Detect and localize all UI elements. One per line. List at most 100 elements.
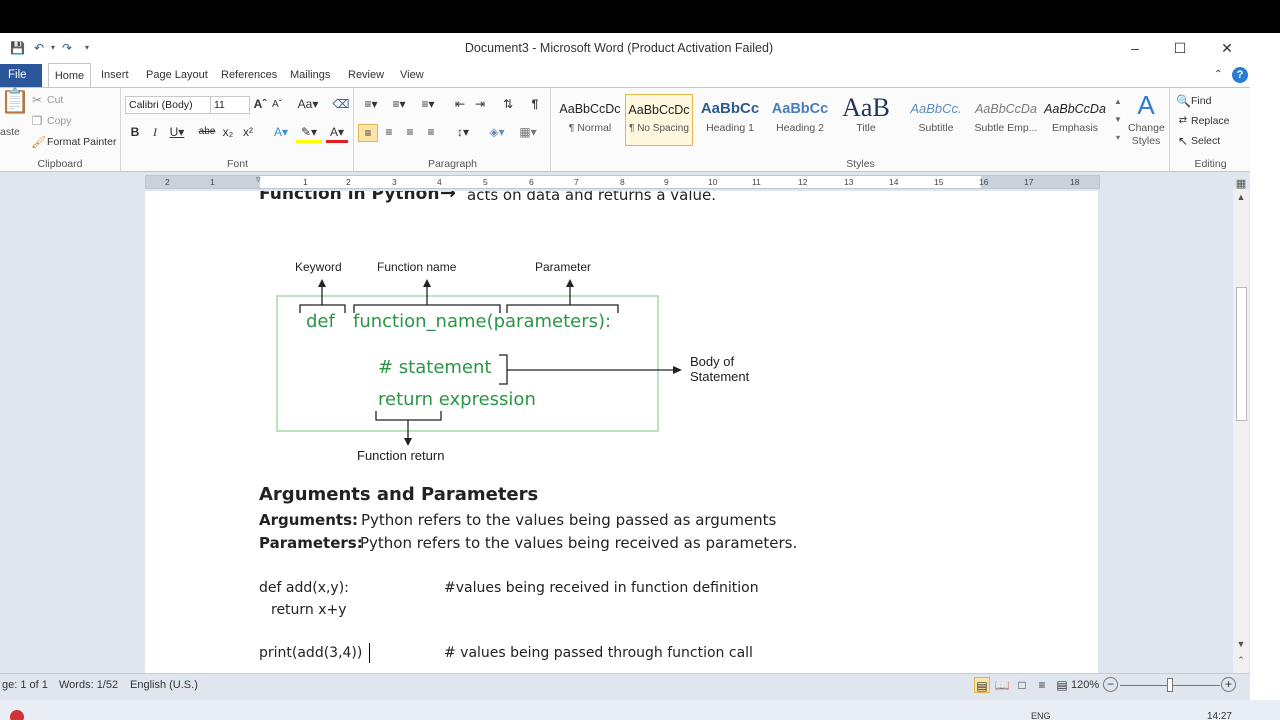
style-heading-1-name: Heading 1: [706, 122, 754, 134]
style-emphasis[interactable]: AaBbCcDa Emphasis: [1041, 94, 1109, 146]
tab-page-layout[interactable]: Page Layout: [146, 63, 208, 87]
styles-scroll-up-icon[interactable]: ▲: [1112, 94, 1124, 110]
font-size-select[interactable]: 11: [210, 96, 250, 114]
code-line-def-add: def add(x,y):: [259, 580, 349, 596]
clear-formatting-icon[interactable]: ⌫: [332, 96, 350, 112]
horizontal-ruler[interactable]: 2 1 1 2 3 4 5 6 7 8 9 10 11 12 13 14 15 …: [145, 174, 1100, 189]
find-button[interactable]: Find: [1191, 95, 1211, 107]
style-title-name: Title: [856, 122, 876, 134]
font-family-select[interactable]: Calibri (Body): [125, 96, 211, 114]
select-button[interactable]: Select: [1191, 135, 1220, 147]
tab-review[interactable]: Review: [348, 63, 384, 87]
previous-page-icon[interactable]: ⌃: [1235, 652, 1247, 668]
vertical-scrollbar[interactable]: ▲ ▼ ⌃: [1233, 189, 1249, 673]
tab-references[interactable]: References: [221, 63, 277, 87]
subscript-icon[interactable]: x₂: [220, 124, 236, 140]
line-spacing-icon[interactable]: ↕▾: [451, 124, 475, 140]
style-no-spacing-name: ¶ No Spacing: [629, 123, 689, 134]
status-language[interactable]: English (U.S.): [130, 679, 198, 691]
zoom-slider-thumb[interactable]: [1167, 678, 1173, 692]
web-layout-icon[interactable]: □: [1014, 677, 1030, 693]
ruler-tick: 6: [529, 177, 534, 187]
tab-file[interactable]: File: [0, 64, 42, 87]
draft-icon[interactable]: ▤: [1054, 677, 1070, 693]
borders-icon[interactable]: ▦▾: [515, 124, 541, 140]
shrink-font-icon[interactable]: Aˇ: [270, 97, 284, 113]
scroll-down-icon[interactable]: ▼: [1235, 636, 1247, 652]
outline-icon[interactable]: ≡: [1034, 677, 1050, 693]
strikethrough-icon[interactable]: abe: [196, 124, 218, 140]
zoom-out-icon[interactable]: −: [1103, 677, 1118, 692]
function-diagram: [276, 279, 682, 446]
grow-font-icon[interactable]: Aˆ: [252, 96, 268, 112]
align-right-icon[interactable]: ≡: [401, 124, 419, 140]
taskbar: ENG 14:27: [0, 700, 1280, 720]
print-layout-icon[interactable]: ▤: [974, 677, 990, 693]
align-left-icon[interactable]: ≡: [358, 124, 378, 142]
full-screen-reading-icon[interactable]: 📖: [994, 677, 1010, 693]
close-button[interactable]: ✕: [1210, 37, 1244, 59]
numbering-icon[interactable]: ≡▾: [388, 96, 410, 112]
change-styles-icon[interactable]: A: [1128, 90, 1164, 120]
sort-icon[interactable]: ⇅: [500, 96, 516, 112]
cut-button[interactable]: Cut: [47, 94, 63, 106]
clipboard-label: Clipboard: [37, 158, 83, 170]
underline-icon[interactable]: U▾: [168, 124, 186, 140]
style-title[interactable]: AaB Title: [832, 94, 900, 146]
paste-icon[interactable]: 📋: [0, 90, 30, 124]
text-effects-icon[interactable]: A▾: [270, 124, 292, 140]
align-center-icon[interactable]: ≡: [380, 124, 398, 140]
style-heading-2[interactable]: AaBbCc Heading 2: [766, 94, 834, 146]
superscript-icon[interactable]: x²: [240, 124, 256, 140]
styles-scroll-down-icon[interactable]: ▼: [1112, 112, 1124, 128]
indent-marker-icon[interactable]: ▿: [256, 174, 261, 185]
ruler-tick: 2: [346, 177, 351, 187]
format-painter-button[interactable]: Format Painter: [47, 136, 116, 148]
tab-mailings[interactable]: Mailings: [290, 63, 330, 87]
maximize-button[interactable]: ☐: [1163, 37, 1197, 59]
copy-button[interactable]: Copy: [47, 115, 72, 127]
style-subtitle[interactable]: AaBbCc. Subtitle: [902, 94, 970, 146]
taskbar-clock[interactable]: 14:27: [1207, 711, 1232, 720]
tab-insert[interactable]: Insert: [101, 63, 129, 87]
ruler-tick: 1: [210, 177, 215, 187]
decrease-indent-icon[interactable]: ⇤: [452, 96, 468, 112]
minimize-button[interactable]: –: [1118, 37, 1152, 59]
taskbar-language[interactable]: ENG: [1031, 711, 1051, 720]
multilevel-list-icon[interactable]: ≡▾: [417, 96, 439, 112]
change-styles-button[interactable]: Change: [1128, 122, 1165, 134]
style-subtle-emphasis[interactable]: AaBbCcDa Subtle Emp...: [972, 94, 1040, 146]
styles-more-icon[interactable]: ▾: [1112, 130, 1124, 146]
code-comment-received: #values being received in function defin…: [444, 580, 759, 596]
ruler-tick: 17: [1024, 177, 1034, 187]
status-page[interactable]: ge: 1 of 1: [2, 679, 48, 691]
status-words[interactable]: Words: 1/52: [59, 679, 118, 691]
replace-button[interactable]: Replace: [1191, 115, 1230, 127]
ruler-tick: 9: [664, 177, 669, 187]
change-case-icon[interactable]: Aa▾: [297, 96, 319, 112]
zoom-level[interactable]: 120%: [1071, 679, 1099, 691]
paste-button[interactable]: aste: [0, 126, 20, 138]
bold-icon[interactable]: B: [128, 124, 142, 140]
scrollbar-thumb[interactable]: [1236, 287, 1247, 421]
show-formatting-icon[interactable]: ¶: [527, 96, 543, 112]
font-label: Font: [226, 158, 248, 170]
bullets-icon[interactable]: ≡▾: [360, 96, 382, 112]
collapse-ribbon-icon[interactable]: ⌃: [1214, 67, 1222, 83]
increase-indent-icon[interactable]: ⇥: [472, 96, 488, 112]
tab-home[interactable]: Home: [48, 63, 91, 88]
help-icon[interactable]: ?: [1232, 67, 1248, 83]
notification-badge-icon[interactable]: [10, 710, 24, 720]
highlight-color-icon[interactable]: ✎▾: [296, 124, 322, 143]
style-normal[interactable]: AaBbCcDc ¶ Normal: [556, 94, 624, 146]
style-heading-1[interactable]: AaBbCc Heading 1: [696, 94, 764, 146]
italic-icon[interactable]: I: [148, 124, 162, 140]
style-no-spacing[interactable]: AaBbCcDc ¶ No Spacing: [625, 94, 693, 146]
font-color-icon[interactable]: A▾: [326, 124, 348, 143]
zoom-in-icon[interactable]: +: [1221, 677, 1236, 692]
shading-icon[interactable]: ◈▾: [484, 124, 510, 140]
justify-icon[interactable]: ≡: [422, 124, 440, 140]
tab-view[interactable]: View: [400, 63, 424, 87]
view-ruler-icon[interactable]: ▦: [1234, 176, 1248, 192]
document-page[interactable]: Function in Python → acts on data and re…: [145, 191, 1098, 673]
